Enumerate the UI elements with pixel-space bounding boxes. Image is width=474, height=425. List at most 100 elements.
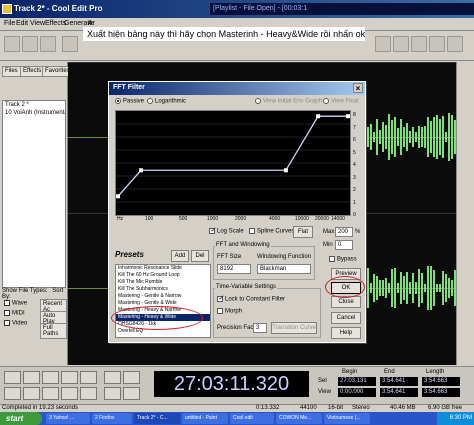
- menu-file[interactable]: File: [4, 20, 15, 27]
- pause-button[interactable]: [42, 371, 59, 384]
- transition-curve-button[interactable]: Transition Curve: [271, 322, 317, 334]
- tool-icon[interactable]: [411, 36, 427, 52]
- view-end[interactable]: 3:54.641: [380, 388, 418, 397]
- preset-item[interactable]: Kill The Subharmonics: [116, 286, 210, 293]
- log-scale-checkbox[interactable]: Log Scale: [209, 226, 244, 235]
- go-end-button[interactable]: [61, 387, 78, 400]
- preset-item[interactable]: Kill The Mic Rumble: [116, 279, 210, 286]
- video-checkbox[interactable]: Video: [4, 320, 27, 327]
- zoom-full-button[interactable]: [104, 387, 121, 400]
- windowing-select[interactable]: Blackman: [257, 264, 311, 274]
- curve-control-point[interactable]: [283, 168, 288, 173]
- max-input[interactable]: 200: [335, 227, 353, 237]
- x-tick-label: 10000: [295, 216, 309, 222]
- curve-control-point[interactable]: [139, 168, 143, 173]
- fft-size-select[interactable]: 8192: [217, 264, 251, 274]
- sel-begin[interactable]: 27:03.131: [338, 377, 376, 386]
- forward-button[interactable]: [42, 387, 59, 400]
- close-icon[interactable]: ×: [353, 83, 363, 93]
- precision-input[interactable]: 3: [253, 323, 267, 333]
- waveform-sample: [430, 120, 432, 153]
- go-start-button[interactable]: [4, 387, 21, 400]
- menu-analyze[interactable]: Ar: [88, 20, 95, 27]
- min-input[interactable]: 0: [335, 240, 353, 250]
- waveform-sample: [424, 126, 426, 148]
- morph-checkbox[interactable]: Morph: [217, 308, 242, 315]
- waveform-sample: [427, 265, 429, 311]
- clock: 6:30 PM: [437, 412, 474, 425]
- tool-icon[interactable]: [429, 36, 445, 52]
- new-icon[interactable]: [4, 36, 20, 52]
- sel-length[interactable]: 3:54.663: [422, 377, 460, 386]
- task-button[interactable]: 2 Firefox: [92, 413, 132, 424]
- tool-icon[interactable]: [393, 36, 409, 52]
- waveform-sample: [445, 132, 447, 142]
- lock-constant-filter-checkbox[interactable]: Lock to Constant Filter: [217, 294, 285, 303]
- list-item[interactable]: 10 VoiAnh (Instrumental) -: [3, 109, 65, 117]
- curve-control-point[interactable]: [116, 194, 120, 199]
- curve-control-point[interactable]: [346, 114, 350, 119]
- logarithmic-radio[interactable]: Logarithmic: [147, 98, 186, 105]
- task-button[interactable]: Cool edit: [230, 413, 274, 424]
- wave-label: Wave: [12, 300, 28, 307]
- bypass-checkbox[interactable]: Bypass: [329, 256, 357, 263]
- view-final-label: View Final: [331, 98, 359, 105]
- status-completed: Completed in 19.23 seconds: [2, 405, 79, 411]
- open-icon[interactable]: [22, 36, 38, 52]
- tool-icon[interactable]: [447, 36, 463, 52]
- y-tick-label: 2: [353, 187, 356, 193]
- save-icon[interactable]: [40, 36, 56, 52]
- midi-checkbox[interactable]: MIDI: [4, 310, 25, 317]
- play-button[interactable]: [23, 371, 40, 384]
- list-item[interactable]: Track 2 *: [3, 101, 65, 109]
- record-icon[interactable]: [62, 36, 78, 52]
- menu-edit[interactable]: Edit: [16, 20, 28, 27]
- preset-item[interactable]: Kill The 60 Hz Ground Loop: [116, 272, 210, 279]
- start-button[interactable]: start: [0, 412, 42, 425]
- full-paths-button[interactable]: Full Paths: [40, 323, 67, 339]
- task-button[interactable]: Track 2* - C...: [134, 413, 180, 424]
- rewind-button[interactable]: [23, 387, 40, 400]
- add-preset-button[interactable]: Add: [171, 250, 189, 262]
- task-button[interactable]: COWON Me...: [276, 413, 322, 424]
- tab-files[interactable]: Files: [2, 66, 21, 77]
- passive-radio[interactable]: Passive: [115, 98, 144, 105]
- y-tick-label: 8: [353, 112, 356, 118]
- cancel-button[interactable]: Cancel: [331, 312, 361, 324]
- min-label: Min: [323, 242, 333, 248]
- zoom-selection-button[interactable]: [123, 387, 140, 400]
- transport-panel: 27:03:11.320 Begin End Length Sel 27:03.…: [0, 366, 474, 404]
- waveform-sample: [391, 120, 393, 154]
- tool-icon[interactable]: [375, 36, 391, 52]
- view-final-radio[interactable]: View Final: [323, 98, 359, 105]
- preset-item[interactable]: Inharmonic Resonance Slide: [116, 265, 210, 272]
- view-begin[interactable]: 0:00.000: [338, 388, 376, 397]
- task-button[interactable]: 3 Yahoo! ...: [46, 413, 90, 424]
- play-to-end-button[interactable]: [61, 371, 78, 384]
- fft-curve-graph[interactable]: [115, 110, 351, 216]
- y-tick-label: 0: [353, 212, 356, 218]
- tab-effects[interactable]: Effects: [20, 66, 45, 77]
- selection-view-table: Begin End Length Sel 27:03.131 3:54.641 …: [318, 369, 472, 399]
- flat-button[interactable]: Flat: [293, 226, 313, 238]
- wave-checkbox[interactable]: Wave: [4, 300, 27, 307]
- zoom-in-button[interactable]: [104, 371, 121, 384]
- view-length[interactable]: 3:54.663: [422, 388, 460, 397]
- task-button[interactable]: Vietnamese (...: [324, 413, 370, 424]
- delete-preset-button[interactable]: Del: [191, 250, 209, 262]
- loop-button[interactable]: [80, 371, 97, 384]
- view-initial-radio[interactable]: View Initial Env Graph: [255, 98, 322, 105]
- preset-item[interactable]: Mastering - Gentle & Narrow: [116, 293, 210, 300]
- help-button[interactable]: Help: [331, 327, 361, 339]
- stop-button[interactable]: [4, 371, 21, 384]
- sel-end[interactable]: 3:54.641: [380, 377, 418, 386]
- zoom-out-button[interactable]: [123, 371, 140, 384]
- curve-control-point[interactable]: [316, 114, 321, 119]
- waveform-sample: [403, 127, 405, 147]
- task-button[interactable]: untitled - Paint: [182, 413, 228, 424]
- filter-curve[interactable]: [117, 115, 348, 197]
- menu-view[interactable]: View: [30, 20, 45, 27]
- spline-curves-checkbox[interactable]: Spline Curves: [249, 228, 294, 235]
- record-button[interactable]: [80, 387, 97, 400]
- fft-curve-svg[interactable]: [116, 111, 350, 215]
